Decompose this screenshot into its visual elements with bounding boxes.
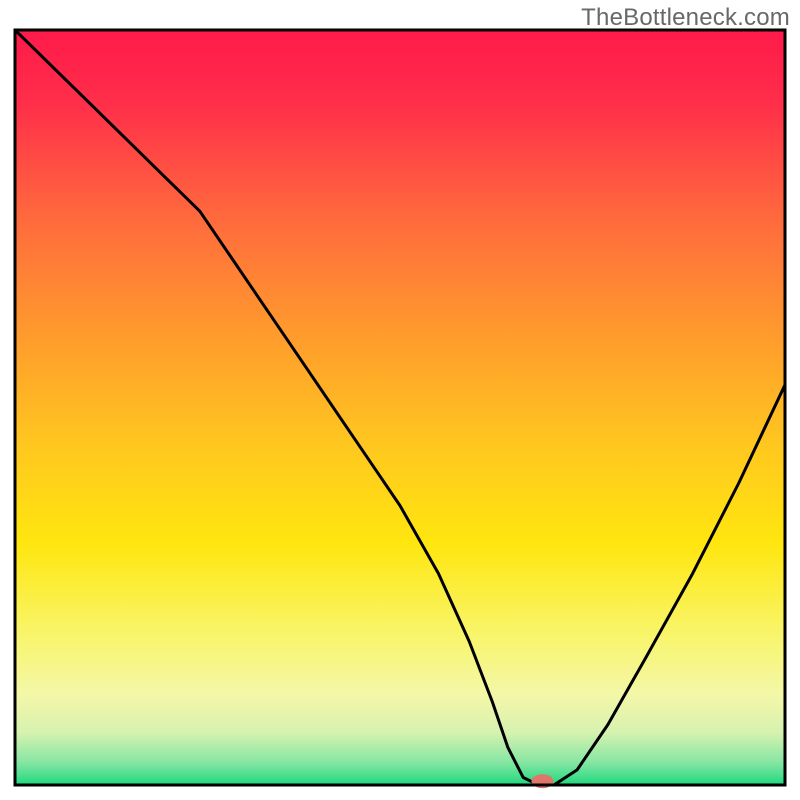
bottleneck-chart bbox=[0, 0, 800, 800]
watermark-text: TheBottleneck.com bbox=[581, 4, 790, 32]
plot-area bbox=[15, 30, 785, 788]
chart-container: TheBottleneck.com bbox=[0, 0, 800, 800]
